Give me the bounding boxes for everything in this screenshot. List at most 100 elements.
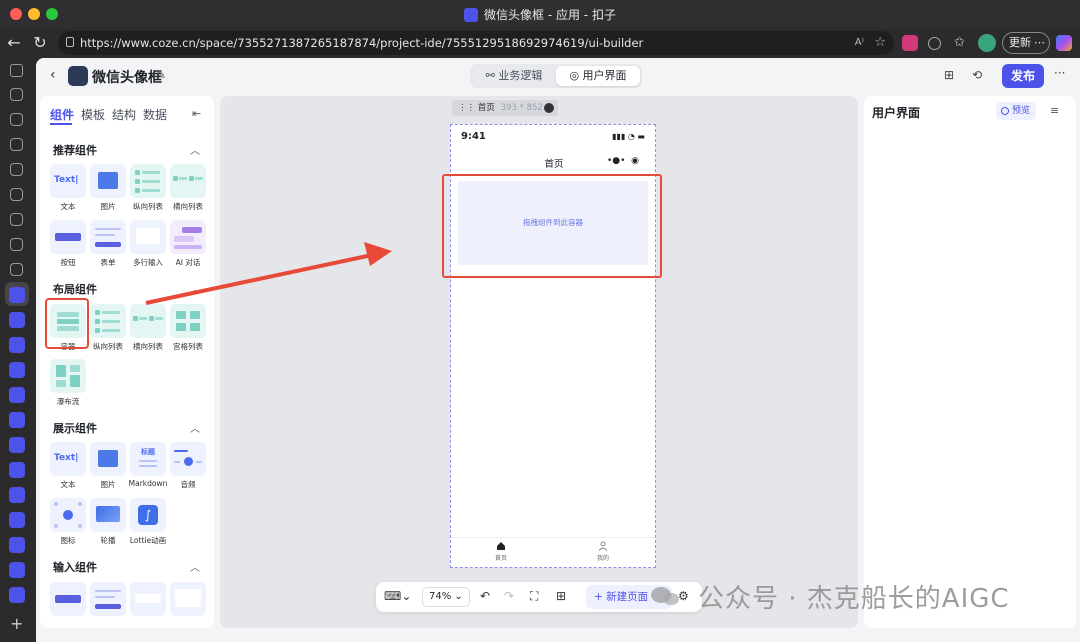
device-select-icon[interactable]: ⌨⌄ [384, 589, 411, 603]
new-tab-plus-icon[interactable]: + [10, 614, 23, 633]
coze-tab-icon[interactable] [9, 512, 25, 528]
status-bar-icons: ▮▮▮ ◔ ▬ [612, 132, 645, 141]
preview-button[interactable]: 预览 [996, 102, 1036, 120]
storage-icon[interactable]: ⊞ [944, 68, 954, 82]
tab-icon[interactable] [10, 188, 23, 201]
tab-icon[interactable] [10, 238, 23, 251]
tab-structure[interactable]: 结构 [112, 106, 136, 123]
chevron-up-icon[interactable]: ︿ [190, 559, 200, 574]
tab-components[interactable]: 组件 [50, 106, 74, 123]
section-title-recommended: 推荐组件 [53, 144, 97, 157]
component-lottie[interactable]: ∫ Lottie动画 [130, 498, 166, 546]
carousel-slide [96, 506, 120, 522]
history-icon[interactable]: ⟲ [972, 68, 982, 82]
coze-tab-icon[interactable] [9, 312, 25, 328]
coze-tab-icon[interactable] [9, 412, 25, 428]
component-tile [130, 582, 166, 616]
preview-icon [1001, 107, 1009, 115]
coze-tab-icon[interactable] [9, 562, 25, 578]
component-ai-chat[interactable]: AI 对话 [170, 220, 206, 268]
copilot-icon[interactable] [1056, 35, 1072, 51]
address-bar[interactable]: https://www.coze.cn/space/73552713872651… [58, 31, 894, 55]
list-line [195, 177, 203, 180]
coze-tab-icon[interactable] [9, 387, 25, 403]
back-chevron-icon[interactable]: ‹ [50, 67, 56, 83]
coze-tab-icon[interactable] [9, 537, 25, 553]
design-canvas[interactable]: ⋮⋮ 首页 393 * 852 9:41 ▮▮▮ ◔ ▬ 首页 •●• ◉ 拖拽组… [220, 96, 858, 628]
new-page-label: 新建页面 [606, 591, 649, 603]
window-title-text: 微信头像框 - 应用 - 扣子 [484, 8, 616, 22]
component-input-field[interactable] [130, 582, 166, 616]
phone-tab-home[interactable]: 首页 [481, 541, 521, 562]
browser-vertical-tabs: + [0, 58, 34, 642]
publish-button[interactable]: 发布 [1002, 64, 1044, 88]
component-input-button[interactable] [50, 582, 86, 616]
fit-screen-icon[interactable]: ⛶ [530, 589, 538, 604]
coze-tab-icon[interactable] [9, 287, 25, 303]
drag-handle-icon[interactable]: ⋮⋮ [458, 103, 478, 113]
play-icon[interactable] [544, 103, 554, 113]
component-horizontal-list[interactable]: 横向列表 [170, 164, 206, 212]
chevron-up-icon[interactable]: ︿ [190, 420, 200, 435]
app-name: 微信头像框 [92, 70, 162, 86]
component-label: 宫格列表 [173, 342, 203, 351]
component-input-form[interactable] [90, 582, 126, 616]
coze-tab-icon[interactable] [9, 587, 25, 603]
coze-tab-icon[interactable] [9, 462, 25, 478]
component-waterfall[interactable]: 瀑布流 [50, 359, 86, 407]
coze-tab-icon[interactable] [9, 487, 25, 503]
chat-bubble [174, 236, 194, 242]
tab-icon[interactable] [10, 113, 23, 126]
page-size-tag[interactable]: ⋮⋮ 首页 393 * 852 [452, 100, 558, 116]
form-submit [95, 242, 121, 247]
component-grid-list[interactable]: 宫格列表 [170, 304, 206, 352]
waterfall-cell [70, 365, 80, 372]
update-button[interactable]: 更新 ⋯ [1002, 32, 1050, 54]
tab-icon[interactable] [10, 263, 23, 276]
component-tile [50, 498, 86, 532]
tab-business-logic[interactable]: ⚯ 业务逻辑 [472, 66, 556, 86]
status-time: 9:41 [461, 131, 486, 142]
tab-data[interactable]: 数据 [143, 106, 167, 123]
tab-templates[interactable]: 模板 [81, 106, 105, 123]
mini-program-capsule-icon[interactable]: •●• ◉ [607, 156, 639, 166]
list-thumb [149, 316, 154, 321]
zoom-value: 74% [429, 591, 452, 602]
collapse-panel-icon[interactable]: ⇤ [192, 107, 201, 120]
grid-icon[interactable]: ⊞ [556, 589, 566, 603]
component-input-textarea[interactable] [170, 582, 206, 616]
coze-tab-icon[interactable] [9, 337, 25, 353]
tab-icon[interactable] [10, 213, 23, 226]
chevron-up-icon[interactable]: ︿ [190, 281, 200, 296]
tab-icon[interactable] [10, 138, 23, 151]
puzzle-extension-icon[interactable] [928, 37, 941, 50]
reload-icon[interactable]: ↻ [30, 33, 50, 53]
button-shape [55, 595, 81, 603]
favorites-icon[interactable]: ✩ [954, 35, 970, 51]
list-thumb [173, 176, 178, 181]
tab-icon[interactable] [10, 163, 23, 176]
list-line [142, 180, 160, 183]
undo-icon[interactable]: ↶ [480, 589, 490, 603]
panel-menu-icon[interactable]: ≡ [1050, 104, 1059, 117]
coze-tab-icon[interactable] [9, 362, 25, 378]
edit-icon[interactable]: ✎ [156, 68, 166, 82]
more-icon[interactable]: ··· [1054, 66, 1065, 80]
component-label: 瀑布流 [56, 397, 80, 406]
bookmark-star-icon[interactable]: ☆ [874, 31, 886, 55]
tab-icon[interactable] [10, 88, 23, 101]
phone-tab-me[interactable]: 我的 [583, 541, 623, 562]
coze-tab-icon[interactable] [9, 437, 25, 453]
sidebar-toggle-icon[interactable] [10, 64, 23, 77]
redo-icon[interactable]: ↷ [504, 589, 514, 603]
zoom-select[interactable]: 74% ⌄ [422, 587, 470, 607]
reader-mode-icon[interactable]: A⁾ [855, 31, 864, 55]
profile-avatar[interactable] [978, 34, 996, 52]
component-tile: Text| [50, 442, 86, 476]
component-audio[interactable]: 音频 [170, 442, 206, 490]
chevron-up-icon[interactable]: ︿ [190, 142, 200, 157]
extension-icon[interactable] [902, 35, 918, 51]
component-tile [90, 498, 126, 532]
back-arrow-icon[interactable]: ← [4, 33, 24, 53]
tab-user-interface[interactable]: ◎ 用户界面 [556, 66, 640, 86]
